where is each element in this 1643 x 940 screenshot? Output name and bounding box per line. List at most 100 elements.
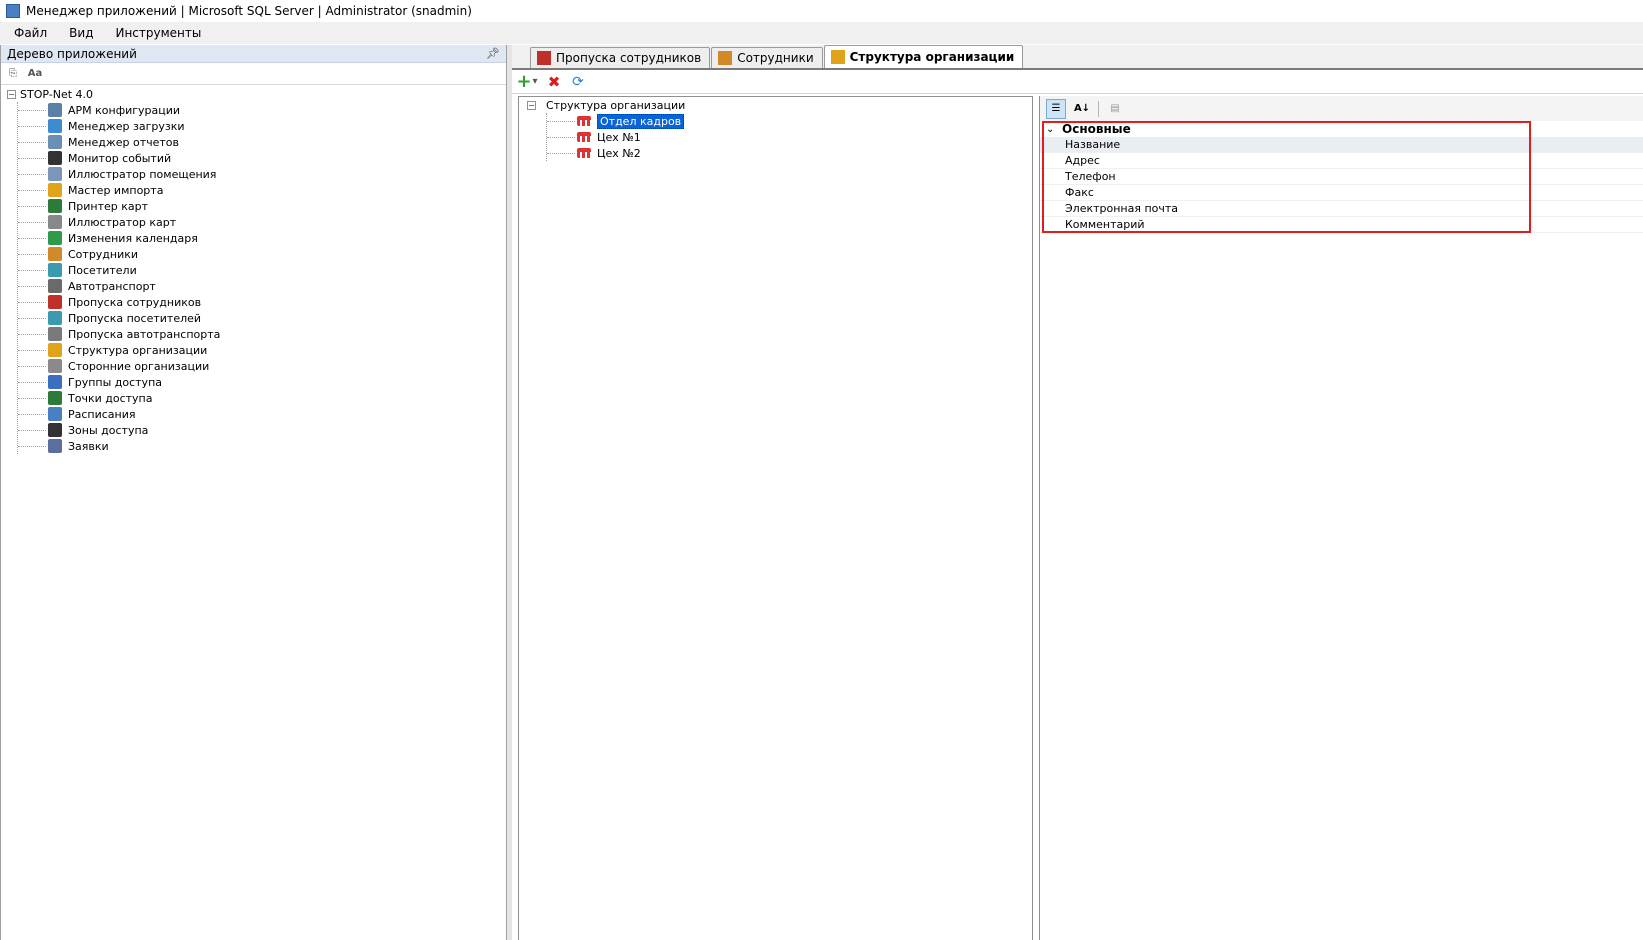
eye-icon	[48, 151, 62, 165]
panel-toolbar: ⎘ Aa	[1, 63, 506, 85]
app-icon	[6, 4, 20, 18]
tree-item[interactable]: Иллюстратор карт	[18, 214, 506, 230]
tree-item[interactable]: Сотрудники	[18, 246, 506, 262]
tree-item-label: Группы доступа	[68, 375, 162, 389]
access-groups-icon	[48, 375, 62, 389]
menu-file[interactable]: Файл	[6, 26, 55, 40]
collapse-icon[interactable]: −	[7, 90, 16, 99]
org-node-label: Цех №1	[597, 130, 641, 144]
tree-item-label: Изменения календаря	[68, 231, 198, 245]
tree-item[interactable]: Монитор событий	[18, 150, 506, 166]
categorized-view-icon[interactable]: ☰	[1046, 98, 1066, 119]
tree-item[interactable]: Менеджер отчетов	[18, 134, 506, 150]
property-name[interactable]: Название	[1040, 137, 1643, 153]
panel-header: Дерево приложений 📌︎	[1, 45, 506, 63]
employees-icon	[718, 51, 733, 65]
pin-icon[interactable]: 📌︎	[486, 47, 500, 60]
tab-label: Сотрудники	[737, 51, 814, 65]
org-tree-root-label: Структура организации	[546, 99, 686, 112]
tree-item[interactable]: АРМ конфигурации	[18, 102, 506, 118]
panel-title: Дерево приложений	[7, 46, 137, 61]
sort-alpha-icon[interactable]: Aa	[27, 66, 43, 82]
tree-item-label: Принтер карт	[68, 199, 149, 213]
add-icon[interactable]: +	[516, 71, 532, 92]
tree-item[interactable]: Посетители	[18, 262, 506, 278]
org-node-workshop-2[interactable]: Цех №2	[547, 145, 1032, 161]
tree-item[interactable]: Принтер карт	[18, 198, 506, 214]
tree-item-label: Менеджер загрузки	[68, 119, 185, 133]
title-bar: Менеджер приложений | Microsoft SQL Serv…	[0, 0, 1643, 22]
access-points-icon	[48, 391, 62, 405]
tree-item[interactable]: Автотранспорт	[18, 278, 506, 294]
tree-item[interactable]: Пропуска сотрудников	[18, 294, 506, 310]
application-tree: − STOP-Net 4.0 АРМ конфигурации Менеджер …	[1, 85, 506, 454]
tree-item[interactable]: Зоны доступа	[18, 422, 506, 438]
collapse-icon[interactable]: −	[527, 101, 536, 110]
tree-item-label: Иллюстратор карт	[68, 215, 177, 229]
org-node-hr[interactable]: Отдел кадров	[547, 113, 1032, 129]
window-title: Менеджер приложений | Microsoft SQL Serv…	[26, 4, 472, 18]
visitor-pass-icon	[48, 311, 62, 325]
dropdown-arrow-icon[interactable]: ▾	[532, 74, 538, 90]
tree-item[interactable]: Иллюстратор помещения	[18, 166, 506, 182]
tree-item[interactable]: Сторонние организации	[18, 358, 506, 374]
tree-item[interactable]: Структура организации	[18, 342, 506, 358]
tree-item-label: Сторонние организации	[68, 359, 210, 373]
employee-pass-icon	[48, 295, 62, 309]
org-node-workshop-1[interactable]: Цех №1	[547, 129, 1032, 145]
menu-tools[interactable]: Инструменты	[107, 26, 209, 40]
collapse-all-icon[interactable]: ⎘	[5, 66, 21, 82]
tree-item-label: Иллюстратор помещения	[68, 167, 217, 181]
tree-root[interactable]: − STOP-Net 4.0	[7, 87, 506, 102]
org-structure-tree: − Структура организации Отдел кадров Цех…	[518, 96, 1033, 940]
schedule-icon	[48, 407, 62, 421]
tree-item[interactable]: Группы доступа	[18, 374, 506, 390]
delete-icon[interactable]: ✖	[546, 73, 562, 91]
tab-employees[interactable]: Сотрудники	[711, 47, 823, 68]
tree-item[interactable]: Менеджер загрузки	[18, 118, 506, 134]
tree-item[interactable]: Заявки	[18, 438, 506, 454]
property-label: Комментарий	[1065, 218, 1145, 231]
tree-item-label: Зоны доступа	[68, 423, 149, 437]
property-pages-icon[interactable]: ▤	[1105, 99, 1125, 119]
property-grid: ☰ A↓ ▤ ⌄ Основные Название Адрес Телефон…	[1039, 96, 1643, 940]
department-icon	[577, 116, 591, 126]
tree-item-label: Мастер импорта	[68, 183, 164, 197]
visitors-icon	[48, 263, 62, 277]
tree-item-label: Расписания	[68, 407, 136, 421]
property-fax[interactable]: Факс	[1040, 185, 1643, 201]
org-tree-root[interactable]: − Структура организации	[527, 98, 1032, 113]
tab-employee-passes[interactable]: Пропуска сотрудников	[530, 47, 711, 68]
property-address[interactable]: Адрес	[1040, 153, 1643, 169]
tree-item[interactable]: Точки доступа	[18, 390, 506, 406]
tree-item[interactable]: Расписания	[18, 406, 506, 422]
tree-item-label: Сотрудники	[68, 247, 139, 261]
property-label: Адрес	[1065, 154, 1100, 167]
document-area: Пропуска сотрудников Сотрудники Структур…	[512, 45, 1643, 940]
chevron-down-icon[interactable]: ⌄	[1046, 124, 1062, 135]
property-email[interactable]: Электронная почта	[1040, 201, 1643, 217]
tree-item[interactable]: Мастер импорта	[18, 182, 506, 198]
sort-az-icon[interactable]: A↓	[1072, 99, 1092, 119]
property-phone[interactable]: Телефон	[1040, 169, 1643, 185]
refresh-icon[interactable]: ⟳	[570, 74, 586, 90]
tree-item-label: Пропуска сотрудников	[68, 295, 202, 309]
property-comment[interactable]: Комментарий	[1040, 217, 1643, 233]
config-workstation-icon	[48, 103, 62, 117]
card-illustrator-icon	[48, 215, 62, 229]
menu-view[interactable]: Вид	[61, 26, 101, 40]
property-grid-toolbar: ☰ A↓ ▤	[1040, 96, 1643, 121]
org-structure-icon	[830, 50, 845, 64]
car-icon	[48, 279, 62, 293]
document-toolbar: + ▾ ✖ ⟳	[512, 70, 1643, 94]
external-org-icon	[48, 359, 62, 373]
calendar-icon	[48, 231, 62, 245]
category-main[interactable]: ⌄ Основные	[1040, 121, 1643, 137]
property-label: Факс	[1065, 186, 1094, 199]
tree-item[interactable]: Изменения календаря	[18, 230, 506, 246]
tree-item[interactable]: Пропуска автотранспорта	[18, 326, 506, 342]
org-node-label: Цех №2	[597, 146, 641, 160]
tab-org-structure[interactable]: Структура организации	[823, 45, 1024, 68]
tree-item[interactable]: Пропуска посетителей	[18, 310, 506, 326]
tree-item-label: АРМ конфигурации	[68, 103, 181, 117]
